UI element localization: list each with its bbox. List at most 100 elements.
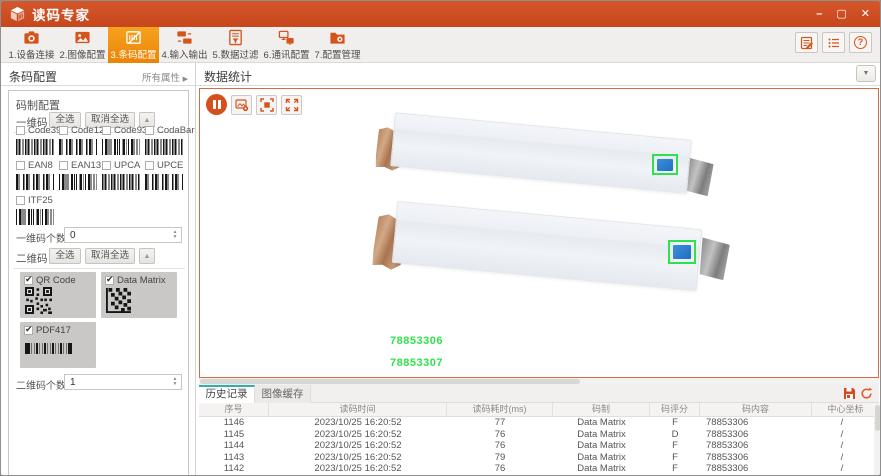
refresh-button[interactable] <box>860 387 873 400</box>
tab-image-config[interactable]: 2.图像配置 <box>57 27 108 63</box>
barcode-type-code93[interactable]: Code93 <box>102 125 142 155</box>
column-header[interactable]: 读码时间 <box>269 403 447 416</box>
barcode-sample-image <box>16 139 54 155</box>
tab-image-cache[interactable]: 图像缓存 <box>255 385 311 403</box>
column-header[interactable]: 码制 <box>553 403 650 416</box>
barcode-type-qrcode[interactable]: QR Code <box>20 272 96 318</box>
right-panel-header: 数据统计 ▼ <box>196 63 881 86</box>
table-cell: 78853306 <box>700 429 812 441</box>
barcode-type-upce[interactable]: UPCE <box>145 160 185 190</box>
right-panel-title: 数据统计 <box>204 68 252 85</box>
table-cell: 78853306 <box>700 440 812 452</box>
minimize-button[interactable]: – <box>816 1 822 27</box>
left-panel-header: 条码配置 所有属性 ▶ <box>1 63 195 86</box>
barcode-type-datamatrix[interactable]: Data Matrix <box>101 272 177 318</box>
table-cell: 2023/10/25 16:20:52 <box>269 429 447 441</box>
table-cell: 76 <box>447 429 553 441</box>
column-header[interactable]: 码内容 <box>700 403 812 416</box>
column-header[interactable]: 中心坐标 <box>812 403 879 416</box>
checkbox-icon <box>16 161 25 170</box>
log-button[interactable] <box>795 32 818 53</box>
tab-config-manage[interactable]: 7.配置管理 <box>312 27 363 63</box>
io-icon <box>176 29 193 46</box>
column-header[interactable]: 序号 <box>199 403 269 416</box>
toolbar-right-buttons: ? <box>795 32 872 53</box>
close-button[interactable]: ✕ <box>861 1 870 27</box>
tab-input-output[interactable]: 4.输入输出 <box>159 27 210 63</box>
tab-label: 1.设备连接 <box>9 47 55 61</box>
window-controls: – ▢ ✕ <box>816 1 870 27</box>
scrollbar-thumb[interactable] <box>875 405 880 431</box>
barcode-type-code39[interactable]: Code39 <box>16 125 56 155</box>
detection-box <box>668 240 696 264</box>
tab-data-filter[interactable]: 5.数据过滤 <box>210 27 261 63</box>
table-cell: / <box>812 417 872 429</box>
app-window: 读码专家 – ▢ ✕ 1.设备连接 2.图像配置 3.条码配置 4.输入输出 5… <box>0 0 881 476</box>
column-header[interactable]: 读码耗时(ms) <box>447 403 553 416</box>
barcode-type-ean8[interactable]: EAN8 <box>16 160 56 190</box>
table-row[interactable]: 11452023/10/25 16:20:5276Data MatrixD788… <box>199 429 872 441</box>
chevron-right-icon: ▶ <box>183 76 188 83</box>
count-1d-stepper[interactable]: 0 ▲▼ <box>64 227 182 243</box>
stepper-arrows-icon[interactable]: ▲▼ <box>170 375 180 389</box>
data-filter-icon <box>227 29 244 46</box>
list-button[interactable] <box>822 32 845 53</box>
table-row[interactable]: 11432023/10/25 16:20:5279Data MatrixF788… <box>199 452 872 464</box>
collapse-2d-button[interactable]: ▲ <box>139 248 155 264</box>
vertical-scrollbar[interactable] <box>874 403 881 476</box>
code-label: Data Matrix <box>117 275 166 286</box>
group-2d-label: 二维码 <box>16 251 48 266</box>
image-save-button[interactable] <box>231 95 252 115</box>
deselect-all-2d-button[interactable]: 取消全选 <box>85 248 135 264</box>
table-cell: / <box>812 440 872 452</box>
table-cell: 1145 <box>199 429 269 441</box>
barcode-label <box>673 245 691 259</box>
tab-device-connect[interactable]: 1.设备连接 <box>6 27 57 63</box>
count-2d-stepper[interactable]: 1 ▲▼ <box>64 374 182 390</box>
barcode-type-codabar[interactable]: CodaBar <box>145 125 185 155</box>
panel-collapse-button[interactable]: ▼ <box>856 65 876 82</box>
main-toolbar: 1.设备连接 2.图像配置 3.条码配置 4.输入输出 5.数据过滤 6.通讯配… <box>1 27 880 63</box>
barcode-sample-image <box>59 174 97 190</box>
config-manage-icon <box>329 29 346 46</box>
checkbox-icon <box>24 326 33 335</box>
help-button[interactable]: ? <box>849 32 872 53</box>
detection-box <box>652 154 678 175</box>
tab-label: 3.条码配置 <box>111 47 157 61</box>
pause-button[interactable] <box>206 94 227 115</box>
table-cell: 2023/10/25 16:20:52 <box>269 463 447 475</box>
column-header[interactable]: 码评分 <box>650 403 700 416</box>
barcode-type-ean13[interactable]: EAN13 <box>59 160 99 190</box>
fit-view-button[interactable] <box>256 95 277 115</box>
horizontal-scrollbar[interactable] <box>199 378 879 385</box>
barcode-type-upca[interactable]: UPCA <box>102 160 142 190</box>
image-viewer[interactable]: 78853306 78853307 <box>199 88 879 378</box>
image-icon <box>74 29 91 46</box>
scrollbar-thumb[interactable] <box>200 379 580 384</box>
table-row[interactable]: 11442023/10/25 16:20:5276Data MatrixF788… <box>199 440 872 452</box>
barcode-type-itf25[interactable]: ITF25 <box>16 195 56 225</box>
select-all-2d-button[interactable]: 全选 <box>49 248 81 264</box>
tab-comm-config[interactable]: 6.通讯配置 <box>261 27 312 63</box>
fullscreen-button[interactable] <box>281 95 302 115</box>
decoded-result-text: 78853307 <box>390 357 443 369</box>
table-cell: Data Matrix <box>553 440 650 452</box>
code-label: QR Code <box>36 275 76 286</box>
table-row[interactable]: 11462023/10/25 16:20:5277Data MatrixF788… <box>199 417 872 429</box>
table-row[interactable]: 11422023/10/25 16:20:5276Data MatrixF788… <box>199 463 872 475</box>
stepper-arrows-icon[interactable]: ▲▼ <box>170 228 180 242</box>
save-button[interactable] <box>843 387 856 400</box>
all-properties-link[interactable]: 所有属性 ▶ <box>142 70 188 84</box>
table-cell: 78853306 <box>700 463 812 475</box>
checkbox-icon <box>102 126 111 135</box>
barcode-type-pdf417[interactable]: PDF417 <box>20 322 96 368</box>
barcode-sample-image <box>102 139 140 155</box>
maximize-button[interactable]: ▢ <box>836 1 846 27</box>
pdf417-sample-image <box>25 343 72 354</box>
code-label: UPCA <box>114 160 140 171</box>
barcode-type-code128[interactable]: Code128 <box>59 125 99 155</box>
log-icon <box>800 36 814 50</box>
product-box-top <box>390 112 692 193</box>
tab-history[interactable]: 历史记录 <box>199 385 255 403</box>
tab-barcode-config[interactable]: 3.条码配置 <box>108 27 159 63</box>
